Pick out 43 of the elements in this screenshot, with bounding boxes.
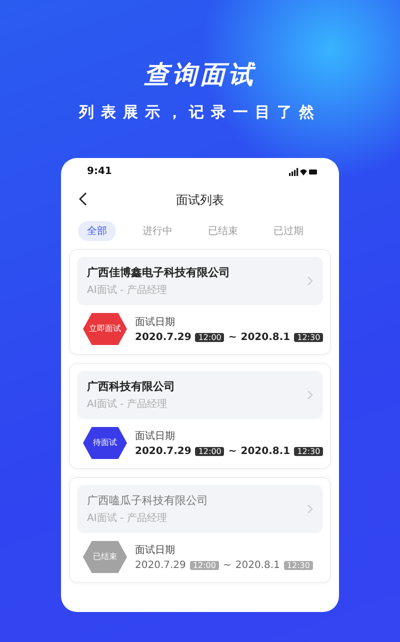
start-date: 2020.7.29 <box>135 332 192 343</box>
company-panel[interactable]: 广西科技有限公司 AI面试 - 产品经理 <box>77 371 323 419</box>
chevron-icon <box>307 390 313 400</box>
filter-tab[interactable]: 全部 <box>78 221 116 241</box>
time-tag: 12:00 <box>195 333 224 342</box>
interview-type: AI面试 - 产品经理 <box>87 512 168 525</box>
start-date: 2020.7.29 <box>135 446 192 457</box>
end-date: 2020.8.1 <box>235 560 280 571</box>
end-date: 2020.8.1 <box>240 446 290 457</box>
status-badge: 已结束 <box>83 541 127 573</box>
headline: 查询面试 <box>144 59 256 91</box>
screen-title: 面试列表 <box>176 192 224 208</box>
status-time: 9:41 <box>87 166 112 177</box>
back-button[interactable] <box>79 192 87 206</box>
date-separator: ~ <box>228 446 237 457</box>
date-separator: ~ <box>222 560 232 571</box>
interview-card[interactable]: 广西科技有限公司 AI面试 - 产品经理 待面试 面试日期 2020.7.29 12:00 ~ 2020.8.1 12:30 <box>69 363 331 469</box>
time-tag: 12:00 <box>195 447 224 456</box>
status-badge: 待面试 <box>83 427 127 459</box>
interview-type: AI面试 - 产品经理 <box>87 398 168 411</box>
chevron-icon <box>307 504 313 514</box>
end-date: 2020.8.1 <box>240 332 290 343</box>
status-badge: 立即面试 <box>83 313 127 345</box>
company-name: 广西科技有限公司 <box>87 379 175 394</box>
interview-card[interactable]: 广西佳博鑫电子科技有限公司 AI面试 - 产品经理 立即面试 面试日期 2020.7.29 12:00 ~ 2020.8.1 12:30 <box>69 249 331 355</box>
date-label: 面试日期 <box>135 430 176 443</box>
interview-type: AI面试 - 产品经理 <box>87 284 168 297</box>
time-tag: 12:30 <box>284 561 313 570</box>
time-tag: 12:30 <box>294 447 324 456</box>
date-label: 面试日期 <box>135 544 176 557</box>
time-tag: 12:00 <box>190 561 219 570</box>
date-separator: ~ <box>228 332 237 343</box>
company-name: 广西佳博鑫电子科技有限公司 <box>87 265 230 280</box>
interview-card[interactable]: 广西嗑瓜子科技有限公司 AI面试 - 产品经理 已结束 面试日期 2020.7.29 12:00 ~ 2020.8.1 12:30 <box>69 477 331 583</box>
chevron-icon <box>307 276 313 286</box>
status-icons <box>289 168 317 176</box>
start-date: 2020.7.29 <box>135 560 186 571</box>
company-name: 广西嗑瓜子科技有限公司 <box>87 493 208 508</box>
time-tag: 12:30 <box>294 333 324 342</box>
company-panel[interactable]: 广西嗑瓜子科技有限公司 AI面试 - 产品经理 <box>77 485 323 533</box>
date-label: 面试日期 <box>135 316 176 329</box>
company-panel[interactable]: 广西佳博鑫电子科技有限公司 AI面试 - 产品经理 <box>77 257 323 305</box>
subheadline: 列表展示，记录一目了然 <box>79 103 321 122</box>
